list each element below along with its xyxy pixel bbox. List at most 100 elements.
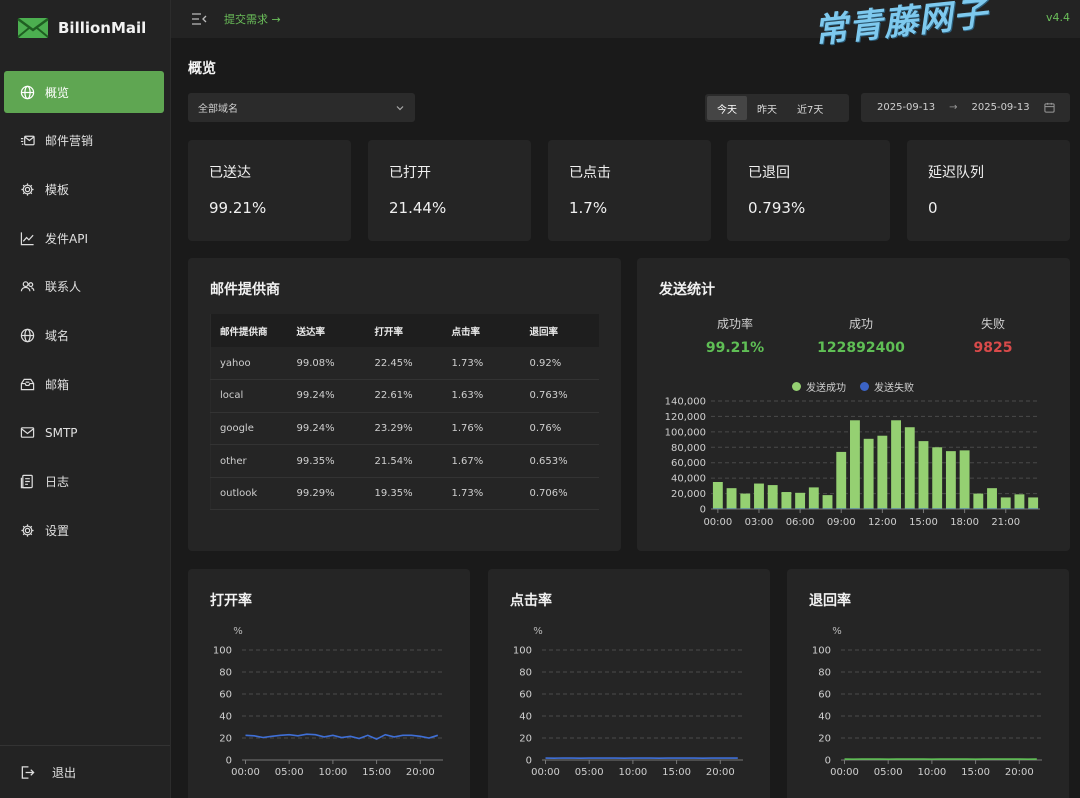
sidebar-item-label: 联系人 (45, 280, 82, 295)
table-cell: outlook (210, 477, 288, 511)
panel-title: 点击率 (510, 593, 552, 609)
x-tick-label: 20:00 (706, 767, 735, 778)
bar (973, 493, 984, 509)
range-yesterday-button[interactable]: 昨天 (747, 96, 787, 120)
sidebar-item-overview[interactable]: 概览 (4, 71, 164, 113)
sidebar-item-mailbox[interactable]: 邮箱 (4, 363, 164, 405)
sidebar-item-contacts[interactable]: 联系人 (4, 266, 164, 308)
sidebar-nav: 概览 邮件营销 模板 发件API 联系人 域名 邮箱 SMTP 日志 设置 (4, 71, 164, 558)
kpi-label: 成功率 (716, 317, 753, 331)
line-chart-icon (19, 230, 35, 246)
stat-card-opened: 已打开 21.44% (368, 140, 531, 241)
legend-dot (792, 382, 801, 391)
y-tick-label: 40 (519, 712, 532, 723)
range-7days-button[interactable]: 近7天 (787, 96, 833, 120)
sidebar: BillionMail 概览 邮件营销 模板 发件API 联系人 域名 邮箱 S… (0, 0, 171, 798)
x-tick-label: 00:00 (231, 767, 260, 778)
stat-value: 1.7% (569, 199, 608, 217)
sidebar-item-templates[interactable]: 模板 (4, 168, 164, 210)
table-cell: 99.08% (287, 347, 366, 381)
top-bar: 提交需求 → 常青藤网子 v4.4 (171, 0, 1080, 52)
menu-collapse-icon[interactable] (191, 12, 207, 26)
bar (850, 420, 860, 509)
bar (754, 508, 764, 509)
open-rate-panel: 打开率 % 0 20 40 60 80 100 00:00 05:00 10:00 15:00 20:… (188, 569, 470, 798)
table-cell: 0.76% (520, 412, 599, 446)
y-tick-label: 100 (513, 646, 532, 657)
mail-campaign-icon (19, 133, 35, 149)
open-rate-line-chart: % 0 20 40 60 80 100 00:00 05:00 10:00 15:00 20:00 (213, 626, 443, 778)
stat-value: 21.44% (389, 199, 447, 217)
table-cell: 1.73% (442, 477, 521, 511)
bounce-rate-panel: 退回率 % 0 20 40 60 80 100 00:00 05:00 10:00 15:00 20:… (787, 569, 1069, 798)
bar (877, 508, 888, 509)
domain-select[interactable]: 全部域名 (188, 93, 415, 122)
sidebar-item-send-api[interactable]: 发件API (4, 217, 164, 259)
bar (959, 508, 970, 509)
date-range-picker[interactable]: 2025-09-13 → 2025-09-13 (861, 93, 1070, 122)
y-tick-label: 120,000 (665, 412, 706, 423)
sidebar-item-smtp[interactable]: SMTP (4, 412, 164, 454)
click-rate-panel: 点击率 % 0 20 40 60 80 100 00:00 05:00 10:00 15:00 20:… (488, 569, 770, 798)
date-end: 2025-09-13 (971, 102, 1030, 113)
sidebar-item-settings[interactable]: 设置 (4, 509, 164, 551)
bar (973, 508, 984, 509)
mailbox-icon (19, 376, 35, 392)
panel-title: 邮件提供商 (210, 282, 280, 298)
stat-label: 已送达 (209, 165, 251, 181)
bar (1028, 508, 1039, 509)
bar (863, 508, 874, 509)
bar (959, 450, 970, 509)
bar (822, 508, 833, 509)
y-tick-label: 80 (818, 668, 831, 679)
sidebar-item-label: 概览 (45, 85, 70, 100)
page-title: 概览 (188, 61, 216, 77)
column-header: 送达率 (287, 314, 366, 347)
version-label: v4.4 (1045, 11, 1070, 24)
bar (863, 438, 874, 509)
stat-label: 已退回 (748, 165, 790, 181)
date-range-tabs: 今天 昨天 近7天 (705, 94, 849, 122)
bar (904, 427, 915, 509)
x-tick-label: 09:00 (827, 517, 856, 528)
y-tick-label: 20,000 (671, 489, 706, 500)
globe-icon (19, 84, 35, 100)
logout-button[interactable]: 退出 (0, 745, 170, 798)
legend-label: 发送成功 (806, 383, 846, 394)
y-tick-label: 40 (219, 712, 232, 723)
click-rate-line-chart: % 0 20 40 60 80 100 00:00 05:00 10:00 15:00 20:00 (513, 626, 743, 778)
bar (795, 508, 806, 509)
bar (781, 508, 792, 509)
sidebar-item-label: 邮箱 (45, 377, 70, 392)
sidebar-item-domains[interactable]: 域名 (4, 314, 164, 356)
range-today-button[interactable]: 今天 (707, 96, 747, 120)
table-cell: 1.76% (442, 412, 521, 446)
table-cell: 22.45% (365, 347, 443, 381)
table-cell: 22.61% (365, 379, 443, 413)
submit-request-link[interactable]: 提交需求 → (224, 11, 281, 27)
bar (795, 492, 806, 509)
bar (808, 508, 819, 509)
providers-panel: 邮件提供商 邮件提供商 送达率 打开率 点击率 退回率 yahoo 99.08% 2… (188, 258, 621, 551)
sidebar-item-mail-marketing[interactable]: 邮件营销 (4, 120, 164, 162)
legend-item-success[interactable]: 发送成功 (792, 379, 846, 394)
bar (918, 441, 929, 509)
column-header: 点击率 (442, 314, 521, 347)
brand[interactable]: BillionMail (0, 0, 170, 56)
legend-item-failure[interactable]: 发送失败 (860, 379, 914, 394)
x-tick-label: 15:00 (362, 767, 391, 778)
x-tick-label: 00:00 (703, 517, 732, 528)
stat-value: 0.793% (748, 199, 806, 217)
bar (987, 508, 997, 509)
send-stats-bar-chart: 0 20,000 40,000 60,000 80,000 100,000 120,000 1… (665, 397, 1040, 528)
bar (891, 508, 901, 509)
y-axis-unit: % (233, 626, 243, 637)
table-cell: 99.24% (287, 379, 366, 413)
table-cell: 99.35% (287, 444, 366, 478)
bar (712, 508, 723, 509)
x-tick-label: 10:00 (917, 767, 946, 778)
bar (945, 451, 956, 509)
y-tick-label: 100 (812, 646, 831, 657)
stat-card-delivered: 已送达 99.21% (188, 140, 351, 241)
sidebar-item-logs[interactable]: 日志 (4, 461, 164, 503)
